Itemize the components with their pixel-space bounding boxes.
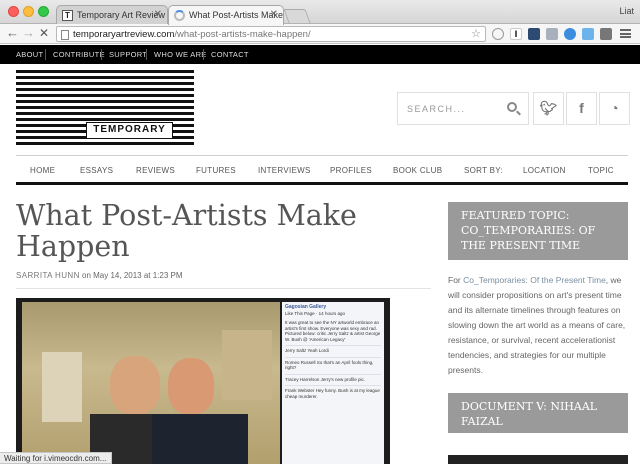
loading-spinner-icon	[174, 10, 185, 21]
figure-head	[110, 356, 160, 414]
address-bar[interactable]: temporaryartreview.com/what-post-artists…	[56, 26, 486, 42]
featured-topic-text: For Co_Temporaries: Of the Present Time,…	[448, 273, 630, 378]
top-nav-divider	[203, 49, 204, 60]
top-nav-divider	[45, 49, 46, 60]
article-image[interactable]: Gagosian Gallery Like This Page · 14 hou…	[16, 298, 390, 464]
top-nav-support[interactable]: SUPPORT	[109, 50, 147, 59]
fb-comment: Tracey Harrelson Jerry's new profile pic…	[285, 373, 381, 383]
facebook-post-panel: Gagosian Gallery Like This Page · 14 hou…	[282, 302, 384, 464]
nav-reviews[interactable]: REVIEWS	[136, 166, 175, 175]
top-nav-who-we-are[interactable]: WHO WE ARE	[154, 50, 207, 59]
zoom-window-button[interactable]	[38, 6, 49, 17]
logo-stripe	[16, 100, 194, 103]
post-date: on May 14, 2013 at 1:23 PM	[82, 271, 183, 280]
title-line: What Post-Artists Make	[16, 199, 357, 232]
site-favicon-icon: T	[62, 10, 73, 21]
logo-stripe	[16, 142, 194, 145]
search-placeholder: SEARCH...	[407, 104, 466, 114]
logo-stripe	[16, 118, 194, 121]
top-nav-bar: ABOUT CONTRIBUTE SUPPORT WHO WE ARE CONT…	[0, 45, 640, 64]
stop-loading-icon[interactable]: ✕	[39, 26, 49, 40]
tab-temporary-art-review[interactable]: T Temporary Art Review | an ✕	[56, 5, 168, 25]
featured-text-post: , we will consider propositions on art's…	[448, 275, 626, 375]
top-nav-contact[interactable]: CONTACT	[211, 50, 249, 59]
article-byline: SARRITA HUNN on May 14, 2013 at 1:23 PM	[16, 271, 183, 280]
site-logo[interactable]: TEMPORARY	[16, 70, 194, 148]
nav-location[interactable]: LOCATION	[523, 166, 566, 175]
fb-page-sub: Like This Page · 14 hours ago	[285, 310, 345, 316]
site-search-input[interactable]: SEARCH...	[397, 92, 529, 125]
nav-book-club[interactable]: BOOK CLUB	[393, 166, 442, 175]
fb-post-text: It was great to see the NY artworld embr…	[285, 320, 381, 342]
back-arrow-icon[interactable]: ←	[6, 26, 19, 40]
profile-name[interactable]: Liat	[619, 6, 634, 16]
top-nav-contribute[interactable]: CONTRIBUTE	[53, 50, 105, 59]
nav-futures[interactable]: FUTURES	[196, 166, 236, 175]
featured-topic-link[interactable]: Co_Temporaries: Of the Present Time	[463, 275, 606, 285]
logo-stripe	[16, 76, 194, 79]
figure-head	[168, 358, 214, 414]
fb-comment: Jerry Saltz Yeah Lordi	[285, 345, 381, 354]
extension-dark-icon[interactable]	[600, 28, 612, 40]
extension-gray-icon[interactable]	[546, 28, 558, 40]
top-nav-divider	[101, 49, 102, 60]
facebook-icon[interactable]: f	[566, 92, 597, 125]
close-tab-icon[interactable]: ✕	[270, 9, 278, 20]
extension-circle-icon[interactable]	[492, 28, 504, 40]
top-nav-about[interactable]: ABOUT	[16, 50, 43, 59]
featured-topic-heading[interactable]: FEATURED TOPIC: CO_TEMPORARIES: OF THE P…	[448, 202, 628, 260]
url-host: temporaryartreview.com	[73, 29, 175, 40]
extension-blue-circle-icon[interactable]	[564, 28, 576, 40]
author-link[interactable]: SARRITA HUNN	[16, 271, 80, 280]
nav-profiles[interactable]: PROFILES	[330, 166, 372, 175]
window-titlebar: T Temporary Art Review | an ✕ What Post-…	[0, 0, 640, 25]
extension-dropbox-icon[interactable]	[582, 28, 594, 40]
nav-interviews[interactable]: INTERVIEWS	[258, 166, 311, 175]
article-title: What Post-Artists Make Happen	[16, 200, 416, 262]
close-tab-icon[interactable]: ✕	[154, 9, 162, 20]
document-heading[interactable]: DOCUMENT V: NIHAAL FAIZAL	[448, 393, 628, 433]
logo-stripe	[16, 88, 194, 91]
logo-stripe	[16, 70, 194, 73]
featured-text-pre: For	[448, 275, 464, 285]
painting-shape	[42, 352, 82, 422]
browser-toolbar: ← → ✕ temporaryartreview.com/what-post-a…	[0, 24, 640, 44]
photo-area	[22, 302, 280, 464]
page-viewport: ABOUT CONTRIBUTE SUPPORT WHO WE ARE CONT…	[0, 45, 640, 464]
fb-comment: Frank Webster Hey funny. Bush is at my l…	[285, 385, 381, 399]
extension-evernote-icon[interactable]	[528, 28, 540, 40]
browser-menu-icon[interactable]	[620, 29, 631, 38]
logo-stripe	[16, 112, 194, 115]
new-tab-button[interactable]	[283, 9, 311, 23]
close-window-button[interactable]	[8, 6, 19, 17]
logo-stripe	[16, 106, 194, 109]
search-icon[interactable]	[507, 102, 517, 112]
main-nav: HOME ESSAYS REVIEWS FUTURES INTERVIEWS P…	[16, 155, 628, 185]
nav-sort-by[interactable]: SORT BY:	[464, 166, 503, 175]
logo-wordmark: TEMPORARY	[86, 122, 173, 139]
status-bar: Waiting for i.vimeocdn.com...	[0, 452, 113, 464]
divider	[16, 288, 431, 289]
url-path: /what-post-artists-make-happen/	[174, 29, 311, 40]
painting-shape	[222, 330, 272, 400]
bookmark-star-icon[interactable]: ☆	[471, 27, 481, 40]
nav-essays[interactable]: ESSAYS	[80, 166, 113, 175]
top-nav-divider	[146, 49, 147, 60]
forward-arrow-icon[interactable]: →	[22, 26, 35, 40]
minimize-window-button[interactable]	[23, 6, 34, 17]
page-icon	[61, 30, 69, 40]
logo-stripe	[16, 82, 194, 85]
nav-home[interactable]: HOME	[30, 166, 55, 175]
logo-stripe	[16, 94, 194, 97]
sidebar-dark-block	[448, 455, 628, 464]
nav-topic[interactable]: TOPIC	[588, 166, 614, 175]
twitter-icon[interactable]: 🐦︎	[533, 92, 564, 125]
extension-instapaper-icon[interactable]: I	[510, 28, 522, 40]
title-line: Happen	[16, 230, 130, 263]
rss-icon[interactable]: ◔	[599, 92, 630, 125]
figure-body	[152, 414, 248, 464]
tab-what-post-artists[interactable]: What Post-Artists Make Ha ✕	[168, 5, 284, 25]
fb-comment: Romeo Russell So that's an April fools t…	[285, 356, 381, 371]
